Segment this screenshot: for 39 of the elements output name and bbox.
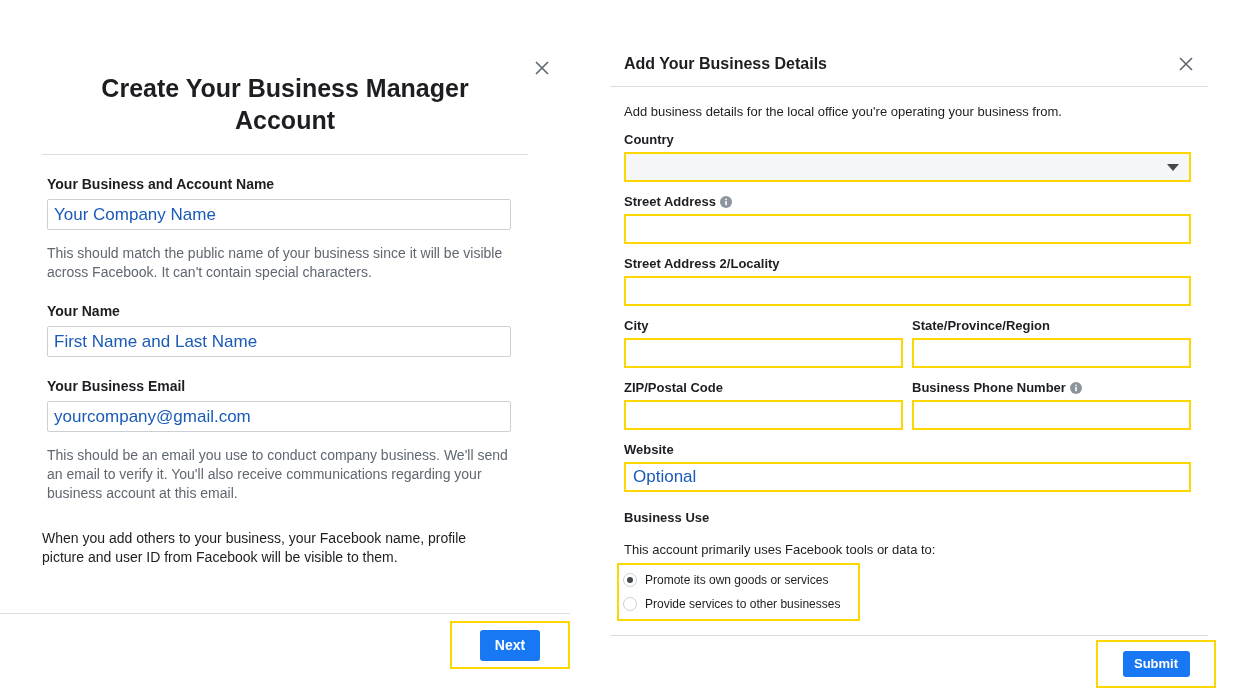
field-label: Country — [624, 132, 674, 148]
close-icon[interactable] — [534, 60, 550, 76]
text-field[interactable]: First Name and Last Name — [47, 326, 511, 357]
text-field[interactable] — [912, 400, 1191, 430]
help-text: This should match the public name of your business since it will be visible across Facebook. It can't contain special characters. — [47, 244, 504, 282]
radio-label: Promote its own goods or services — [645, 572, 829, 589]
radio-button[interactable] — [623, 597, 637, 611]
field-label: Website — [624, 442, 674, 458]
next-button[interactable]: Next — [480, 629, 540, 661]
dialog-title: Create Your Business Manager Account — [100, 73, 470, 136]
text-field[interactable] — [624, 400, 903, 430]
field-label: ZIP/Postal Code — [624, 380, 723, 396]
section-heading: Business Use — [624, 509, 711, 527]
text-field[interactable]: Optional — [624, 462, 1191, 492]
question-text: This account primarily uses Facebook tools or data to: — [624, 540, 937, 559]
caret-icon — [1167, 163, 1179, 171]
country-dropdown[interactable] — [624, 152, 1191, 182]
field-label: Business Phone Number — [912, 380, 1066, 396]
radio-button[interactable] — [623, 573, 637, 587]
help-text: This should be an email you use to conduct company business. We'll send an email to verify it. You'll also receive communications regarding your business account at this email. — [47, 446, 509, 503]
privacy-note: When you add others to your business, your Facebook name, profile picture and user ID from Facebook will be visible to them. — [41, 529, 468, 567]
text-field[interactable] — [912, 338, 1191, 368]
field-label: Your Business and Account Name — [47, 175, 276, 193]
text-field[interactable]: Your Company Name — [47, 199, 511, 230]
dialog-title: Add Your Business Details — [624, 54, 827, 74]
field-label: Street Address 2/Locality — [624, 256, 780, 272]
field-label: City — [624, 318, 649, 334]
text-field[interactable] — [624, 276, 1191, 306]
field-label: Your Name — [47, 302, 121, 320]
radio-label: Provide services to other businesses — [645, 596, 841, 613]
submit-button[interactable]: Submit — [1122, 651, 1190, 677]
text-field[interactable]: yourcompany@gmail.com — [47, 401, 511, 432]
text-field[interactable] — [624, 214, 1191, 244]
text-field[interactable] — [624, 338, 903, 368]
description-text: Add business details for the local office you're operating your business from. — [624, 103, 1063, 120]
field-label: Street Address — [624, 194, 716, 210]
field-label: State/Province/Region — [912, 318, 1050, 334]
field-label: Your Business Email — [47, 377, 187, 395]
close-icon[interactable] — [1178, 56, 1194, 72]
